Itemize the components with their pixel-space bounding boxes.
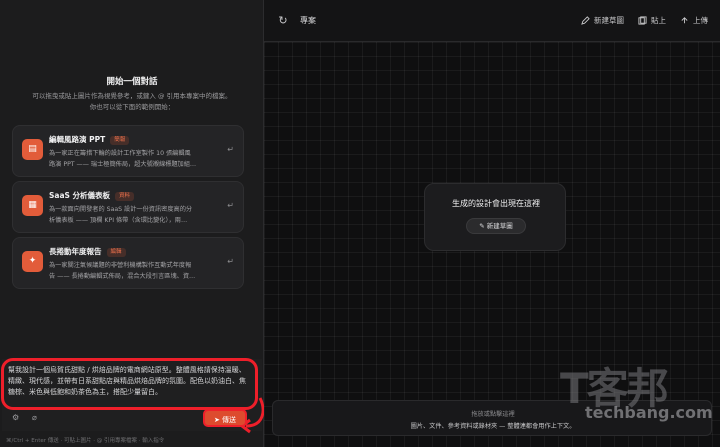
- attach-icon[interactable]: ⌀: [32, 413, 37, 422]
- canvas-header: ↻ 專案 新建草圖 貼上 上傳: [264, 0, 720, 42]
- dropzone-subtitle: 圖片、文件、參考資料或錄材夾 — 整體連都會用作上下文。: [410, 423, 576, 430]
- project-title: 專案: [300, 16, 316, 25]
- enter-icon: ↵: [227, 257, 234, 266]
- annotation-highlight: [1, 358, 258, 410]
- example-desc: 為一家正在籌措下輪的設計工作室製作 10 張編輯風: [49, 150, 191, 157]
- enter-icon: ↵: [227, 145, 234, 154]
- paste-icon: [638, 16, 647, 25]
- canvas-placeholder: 生成的設計會出現在這裡: [452, 199, 540, 208]
- slides-icon: ▤: [22, 139, 43, 160]
- new-sketch-button[interactable]: 新建草圖: [581, 15, 624, 26]
- new-sketch-center-button[interactable]: ✎ 新建草圖: [466, 218, 526, 234]
- example-desc: 路演 PPT —— 瑞士極簡佈局，超大號襯線標題加組…: [49, 161, 197, 168]
- send-button[interactable]: ➤ 傳送: [203, 409, 247, 427]
- example-desc: 為一款面向開發者的 SaaS 設計一份資訊密度高的分: [49, 206, 193, 213]
- pencil-icon: [581, 16, 590, 25]
- empty-canvas-card: 生成的設計會出現在這裡 ✎ 新建草圖: [424, 183, 566, 251]
- upload-icon: [681, 17, 688, 24]
- example-title: 長捲動年度報告 編輯: [49, 246, 126, 257]
- refresh-icon[interactable]: ↻: [276, 14, 290, 28]
- example-badge: 簡報: [110, 135, 130, 145]
- example-title: 編輯風路演 PPT 簡報: [49, 134, 130, 145]
- enter-icon: ↵: [227, 201, 234, 210]
- example-card-ppt[interactable]: ▤ 編輯風路演 PPT 簡報 為一家正在籌措下輪的設計工作室製作 10 張編輯風 …: [12, 125, 244, 177]
- settings-icon[interactable]: ⚙: [12, 413, 19, 422]
- paste-button[interactable]: 貼上: [638, 15, 666, 26]
- watermark-site: techbang.com: [585, 403, 713, 422]
- example-badge: 資料: [115, 191, 135, 201]
- example-desc: 析儀表板 —— 頂欄 KPI 條帶（含環比變化），兩…: [49, 217, 188, 224]
- welcome-subtitle: 可以拖曳或貼上圖片作為視覺參考，或鍵入 @ 引用本專案中的檔案。你也可以從下面的…: [32, 92, 232, 111]
- example-desc: 告 —— 長捲動編輯式佈局，混合大段引言區塊、資…: [49, 273, 196, 280]
- example-badge: 編輯: [106, 247, 126, 257]
- example-desc: 為一家關注氣候議題的非營利機構製作互動式年度報: [49, 262, 192, 269]
- example-card-dashboard[interactable]: ▦ SaaS 分析儀表板 資料 為一款面向開發者的 SaaS 設計一份資訊密度高的…: [12, 181, 244, 233]
- shortcut-hint: ⌘/Ctrl + Enter 傳送 · 可貼上圖片 · @ 引用專案檔案 · 輸…: [6, 438, 165, 444]
- welcome-title: 開始一個對話: [106, 77, 158, 87]
- upload-button[interactable]: 上傳: [680, 15, 708, 26]
- report-icon: ✦: [22, 251, 43, 272]
- example-card-report[interactable]: ✦ 長捲動年度報告 編輯 為一家關注氣候議題的非營利機構製作互動式年度報 告 ——…: [12, 237, 244, 289]
- dashboard-icon: ▦: [22, 195, 43, 216]
- chat-panel: 開始一個對話 可以拖曳或貼上圖片作為視覺參考，或鍵入 @ 引用本專案中的檔案。你…: [0, 0, 265, 447]
- example-title: SaaS 分析儀表板 資料: [49, 190, 135, 201]
